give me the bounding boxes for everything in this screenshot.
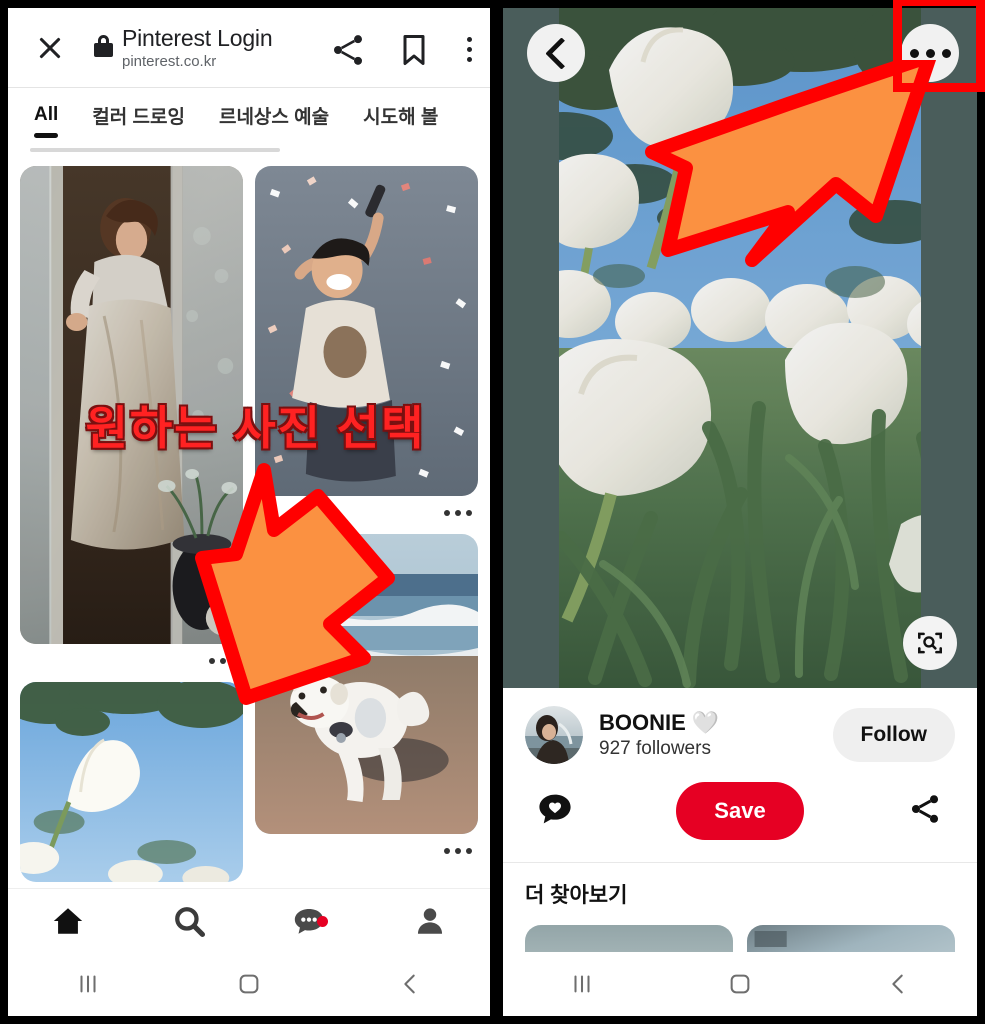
kebab-menu-icon[interactable] — [454, 30, 484, 70]
close-x-icon[interactable] — [34, 32, 66, 64]
messages-badge — [316, 915, 328, 927]
pin-card-tulip-sky[interactable] — [20, 682, 243, 882]
hero-letterbox-right — [921, 8, 977, 688]
system-nav-right — [503, 952, 977, 1016]
more-dots-icon[interactable] — [901, 24, 959, 82]
page-url: pinterest.co.kr — [122, 53, 217, 70]
follower-count: 927 followers — [599, 738, 711, 759]
creator-name-row: BOONIE 🤍 — [599, 710, 833, 736]
system-nav-left — [8, 952, 490, 1016]
recents-button[interactable] — [503, 971, 661, 997]
recents-button[interactable] — [8, 971, 169, 997]
pin-overflow-menu[interactable] — [255, 496, 478, 530]
pin-grid — [8, 158, 490, 882]
pin-overflow-menu[interactable] — [255, 834, 478, 868]
screenshot-frame: Pinterest Login pinterest.co.kr All 컬러 드… — [0, 0, 985, 1024]
visual-search-icon[interactable] — [903, 616, 957, 670]
tab-renaissance-art[interactable]: 르네상스 예술 — [219, 102, 329, 129]
pin-hero-image[interactable] — [503, 8, 977, 688]
save-button[interactable]: Save — [676, 782, 804, 840]
home-button[interactable] — [169, 971, 330, 997]
share-icon[interactable] — [328, 30, 368, 70]
tulip-field-photo — [503, 8, 977, 688]
tab-scrollbar[interactable] — [30, 148, 280, 152]
pin-image-dog-beach[interactable] — [255, 534, 478, 834]
pin-grid-column-right — [255, 166, 478, 868]
avatar[interactable] — [525, 706, 583, 764]
back-chevron-icon[interactable] — [527, 24, 585, 82]
app-bottom-nav — [8, 888, 490, 952]
lock-icon — [94, 35, 113, 57]
creator-name: BOONIE — [599, 710, 686, 735]
browser-toolbar: Pinterest Login pinterest.co.kr — [8, 8, 490, 88]
pin-card-painting-woman[interactable] — [20, 166, 243, 678]
tab-try-it[interactable]: 시도해 볼 — [363, 102, 438, 129]
nav-home[interactable] — [8, 904, 129, 938]
hero-letterbox-left — [503, 8, 559, 688]
home-button[interactable] — [661, 971, 819, 997]
bookmark-icon[interactable] — [396, 30, 432, 70]
tab-all[interactable]: All — [34, 104, 59, 138]
pin-detail-panel: BOONIE 🤍 927 followers Follow Save 더 찾아보… — [503, 8, 977, 1016]
pin-card-confetti-performer[interactable] — [255, 166, 478, 530]
pin-image-painting-woman[interactable] — [20, 166, 243, 644]
tab-color-drawing[interactable]: 컬러 드로잉 — [92, 102, 185, 129]
back-button[interactable] — [819, 971, 977, 997]
pin-grid-column-left — [20, 166, 243, 882]
back-button[interactable] — [329, 971, 490, 997]
share-icon[interactable] — [907, 791, 943, 832]
pin-image-tulip-sky[interactable] — [20, 682, 243, 882]
pin-card-dog-beach[interactable] — [255, 534, 478, 868]
nav-profile[interactable] — [370, 904, 491, 938]
pin-action-row: Save — [503, 774, 977, 863]
nav-messages[interactable] — [249, 904, 370, 938]
pin-image-confetti-performer[interactable] — [255, 166, 478, 496]
category-tab-bar: All 컬러 드로잉 르네상스 예술 시도해 볼 — [8, 88, 490, 158]
white-heart-icon: 🤍 — [691, 710, 720, 735]
pin-overflow-menu[interactable] — [20, 644, 243, 678]
page-title: Pinterest Login — [122, 25, 273, 51]
nav-search[interactable] — [129, 904, 250, 938]
explore-more-title: 더 찾아보기 — [525, 884, 628, 907]
creator-info: BOONIE 🤍 927 followers — [599, 710, 833, 760]
creator-row: BOONIE 🤍 927 followers Follow — [503, 688, 977, 774]
browser-panel: Pinterest Login pinterest.co.kr All 컬러 드… — [8, 8, 490, 1016]
follow-button[interactable]: Follow — [832, 708, 955, 762]
heart-comment-icon[interactable] — [537, 791, 573, 832]
